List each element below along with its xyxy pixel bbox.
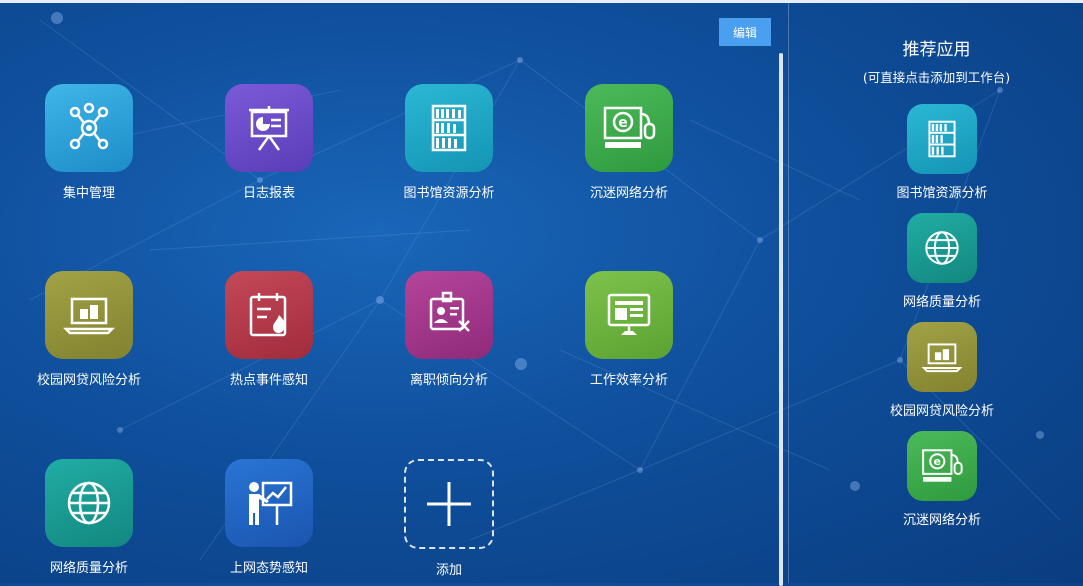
recommend-app-label: 沉迷网络分析 (902, 513, 981, 528)
app-internet-addiction[interactable]: e 沉迷网络分析 (554, 84, 704, 201)
tile (45, 84, 133, 172)
recommend-app-internet-addiction[interactable]: e 沉迷网络分析 (862, 431, 1022, 528)
id-badge-x-icon (429, 291, 470, 332)
app-network-quality[interactable]: 网络质量分析 (14, 459, 164, 576)
tile (405, 84, 493, 172)
app-label: 日志报表 (242, 186, 295, 201)
recommend-title: 推荐应用 (902, 40, 971, 60)
tile: e (585, 84, 673, 172)
app-label: 热点事件感知 (229, 373, 308, 388)
globe-icon (925, 231, 959, 265)
bookshelf-icon (431, 104, 467, 152)
panel-divider (788, 3, 789, 583)
recommend-app-campus-loan-risk[interactable]: 校园网贷风险分析 (862, 322, 1022, 419)
recommend-app-label: 校园网贷风险分析 (889, 404, 994, 419)
add-app-button[interactable]: 添加 (374, 459, 524, 578)
tile (405, 271, 493, 359)
app-centralized-management[interactable]: 集中管理 (14, 84, 164, 201)
add-tile (404, 459, 494, 549)
plus-icon (427, 482, 471, 526)
recommend-subtitle: (可直接点击添加到工作台) (862, 70, 1011, 85)
tile (907, 104, 977, 174)
bookshelf-icon (928, 120, 956, 158)
tile (907, 213, 977, 283)
tile (45, 459, 133, 547)
app-hotspot-event[interactable]: 热点事件感知 (194, 271, 344, 388)
app-label: 沉迷网络分析 (589, 186, 668, 201)
edit-button[interactable]: 编辑 (719, 18, 771, 46)
recommend-app-label: 图书馆资源分析 (896, 186, 988, 201)
recommend-app-network-quality[interactable]: 网络质量分析 (862, 213, 1022, 310)
presenter-chart-icon (249, 481, 293, 525)
app-label: 离职倾向分析 (409, 373, 488, 388)
calendar-fire-icon (249, 293, 287, 337)
workspace-panel: 编辑 集中管理 日志报表 图书馆资源分析 e 沉迷网络分析 校园网贷风险分析 热… (0, 3, 788, 586)
computer-e-mouse-icon: e (922, 449, 963, 482)
tile (225, 271, 313, 359)
tile (225, 84, 313, 172)
app-library-analysis[interactable]: 图书馆资源分析 (374, 84, 524, 201)
laptop-money-icon (62, 297, 116, 335)
recommend-panel: 推荐应用 (可直接点击添加到工作台) 图书馆资源分析 网络质量分析 校园网贷风险… (790, 3, 1083, 583)
app-internet-situation[interactable]: 上网态势感知 (194, 459, 344, 576)
app-label: 工作效率分析 (589, 373, 668, 388)
svg-text:e: e (934, 455, 941, 468)
tile (585, 271, 673, 359)
presentation-report-icon (249, 106, 289, 151)
svg-text:e: e (618, 115, 628, 131)
app-label: 图书馆资源分析 (403, 186, 495, 201)
scrollbar[interactable] (779, 53, 783, 586)
globe-icon (67, 481, 111, 525)
app-label: 集中管理 (62, 186, 115, 201)
recommend-app-label: 网络质量分析 (902, 295, 981, 310)
app-campus-loan-risk[interactable]: 校园网贷风险分析 (14, 271, 164, 388)
recommend-app-library-analysis[interactable]: 图书馆资源分析 (862, 104, 1022, 201)
app-work-efficiency[interactable]: 工作效率分析 (554, 271, 704, 388)
app-log-report[interactable]: 日志报表 (194, 84, 344, 201)
add-label: 添加 (435, 563, 462, 578)
computer-e-mouse-icon: e (603, 106, 656, 148)
tile (907, 322, 977, 392)
network-hub-icon (69, 102, 109, 150)
tile (225, 459, 313, 547)
tile: e (907, 431, 977, 501)
laptop-money-icon (921, 343, 963, 373)
app-label: 网络质量分析 (49, 561, 128, 576)
tile (45, 271, 133, 359)
app-label: 校园网贷风险分析 (36, 373, 141, 388)
app-resignation-tendency[interactable]: 离职倾向分析 (374, 271, 524, 388)
monitor-window-icon (607, 293, 651, 335)
app-label: 上网态势感知 (229, 561, 308, 576)
